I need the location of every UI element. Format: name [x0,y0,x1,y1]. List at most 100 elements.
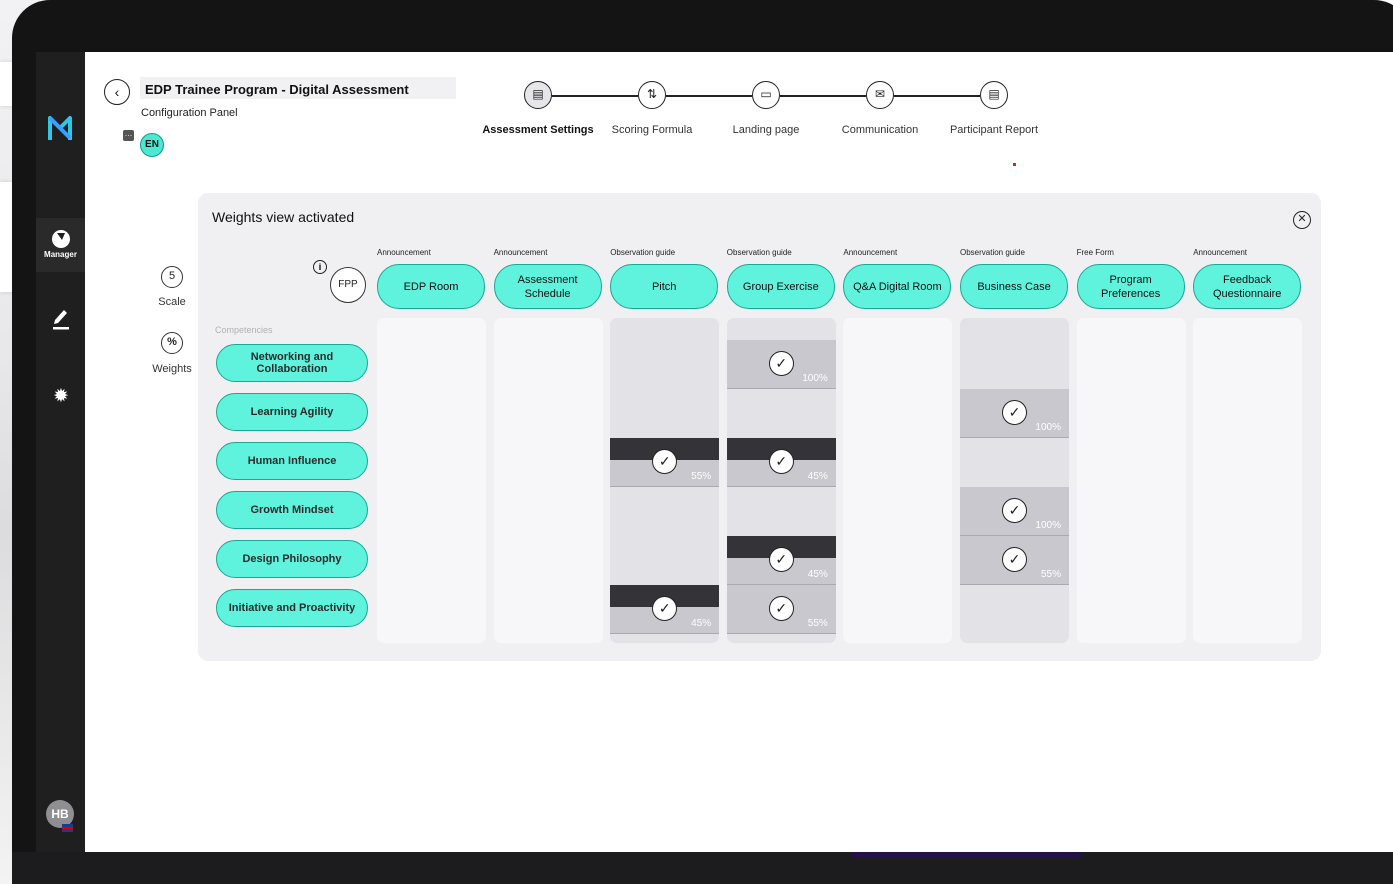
activity-type: Observation guide [610,248,676,257]
weight-cell[interactable]: ✓ 100% [726,340,836,389]
step-label[interactable]: Scoring Formula [592,124,712,136]
activity-pill[interactable]: Program Preferences [1076,264,1185,309]
weight-cell[interactable]: ✓ 55% [610,438,720,487]
step-scoring-formula[interactable]: ⇅ [638,81,666,109]
activity-type: Announcement [377,248,431,257]
activity-weights-column [843,318,953,643]
scale-label: Scale [158,296,186,308]
step-label[interactable]: Landing page [706,124,826,136]
weight-cell[interactable]: ✓ 45% [610,585,720,634]
check-circle-icon[interactable]: ✓ [768,547,794,572]
sidebar: Manager ✹ HB [36,52,85,852]
activity-type: Free Form [1076,248,1114,257]
page-subtitle: Configuration Panel [141,107,238,119]
stepper-connector [666,95,752,97]
weight-percent: 55% [807,618,828,629]
weight-percent: 45% [691,618,712,629]
activity-weights-column [1193,318,1303,643]
weight-percent: 55% [1040,569,1061,580]
weight-percent: 55% [691,471,712,482]
weight-cell[interactable]: ✓ 45% [726,536,836,585]
weight-cell[interactable]: ✓ 100% [960,389,1069,438]
activity-pill[interactable]: Group Exercise [726,264,835,309]
brand-logo-icon[interactable] [47,114,73,142]
step-communication[interactable]: ✉ [866,81,894,109]
activity-weights-column: ✓ 100% ✓ 45% ✓ 45% ✓ 55% [726,318,836,643]
close-circle-icon[interactable]: ✕ [1293,211,1311,229]
language-badge[interactable]: EN [140,133,164,157]
competency-pill[interactable]: Learning Agility [216,393,368,431]
document-icon: ▤ [988,87,1000,101]
scale-toggle[interactable]: 5 [161,266,183,288]
activity-pill[interactable]: Feedback Questionnaire [1193,264,1302,309]
stepper-connector [552,95,638,97]
check-circle-icon[interactable]: ✓ [652,596,678,621]
app-screen: Manager ✹ HB ‹ EDP Trainee Program - Dig… [36,52,1393,852]
activity-type: Observation guide [726,248,792,257]
weight-percent: 45% [807,569,828,580]
weight-percent: 100% [1035,520,1061,531]
activity-type: Announcement [1193,248,1248,257]
weight-cell[interactable]: ✓ 55% [960,536,1069,585]
more-icon[interactable]: … [123,130,134,141]
chevron-left-icon[interactable]: ‹ [104,79,130,105]
step-label[interactable]: Assessment Settings [478,124,598,136]
competency-pill[interactable]: Design Philosophy [216,540,368,578]
step-landing-page[interactable]: ▭ [752,81,780,109]
activity-weights-column [377,318,486,643]
weights-label: Weights [152,363,192,375]
mail-icon: ✉ [874,87,886,101]
laptop-bottom-bar [12,852,1393,884]
check-circle-icon[interactable]: ✓ [1002,547,1027,572]
fpp-badge[interactable]: FPP [330,267,366,303]
check-circle-icon[interactable]: ✓ [1002,498,1027,523]
activity-weights-column: ✓ 55% ✓ 45% [610,318,720,643]
bolt-icon [51,230,70,248]
stepper-connector [894,95,980,97]
weight-cell[interactable]: ✓ 100% [960,487,1069,536]
activity-pill[interactable]: Pitch [610,264,719,309]
step-assessment-settings[interactable]: ▤ [524,81,552,109]
check-circle-icon[interactable]: ✓ [768,449,794,474]
activity-type: Announcement [493,248,548,257]
nav-manager[interactable]: Manager [36,218,85,272]
uk-flag-icon [62,824,73,832]
page-title: EDP Trainee Program - Digital Assessment [145,82,409,97]
competency-pill[interactable]: Human Influence [216,442,368,480]
weight-percent: 100% [802,373,828,384]
competency-pill[interactable]: Initiative and Proactivity [216,589,368,627]
activity-pill[interactable]: Business Case [960,264,1068,309]
check-circle-icon[interactable]: ✓ [768,596,794,621]
stepper-connector [780,95,866,97]
activity-pill[interactable]: EDP Room [377,264,485,309]
activity-type: Observation guide [960,248,1025,257]
weights-toggle[interactable]: % [161,332,183,354]
weight-percent: 100% [1035,422,1061,433]
weight-cell[interactable]: ✓ 45% [726,438,836,487]
activity-type: Announcement [843,248,898,257]
monitor-icon: ▭ [760,87,772,101]
check-circle-icon[interactable]: ✓ [768,351,794,376]
step-label[interactable]: Participant Report [934,124,1054,136]
activity-weights-column: ✓ 100% ✓ 100% ✓ 55% [960,318,1069,643]
scene: Manager ✹ HB ‹ EDP Trainee Program - Dig… [0,0,1393,884]
gear-icon[interactable]: ✹ [51,387,71,407]
panel-title: Weights view activated [212,209,355,225]
step-participant-report[interactable]: ▤ [980,81,1008,109]
check-circle-icon[interactable]: ✓ [652,449,678,474]
weight-cell[interactable]: ✓ 55% [726,585,836,634]
step-label[interactable]: Communication [820,124,940,136]
sort-icon: ⇅ [646,87,658,101]
indicator-dot [1013,163,1016,166]
activity-pill[interactable]: Q&A Digital Room [843,264,952,309]
activity-weights-column [493,318,603,643]
check-circle-icon[interactable]: ✓ [1002,400,1027,425]
competency-pill[interactable]: Networking and Collaboration [216,344,368,382]
competency-pill[interactable]: Growth Mindset [216,491,368,529]
info-icon[interactable]: i [313,260,327,274]
activity-weights-column [1076,318,1186,643]
nav-manager-label: Manager [44,250,77,259]
activity-pill[interactable]: Assessment Schedule [493,264,602,309]
competencies-heading: Competencies [215,325,273,335]
pen-icon[interactable] [52,304,70,330]
